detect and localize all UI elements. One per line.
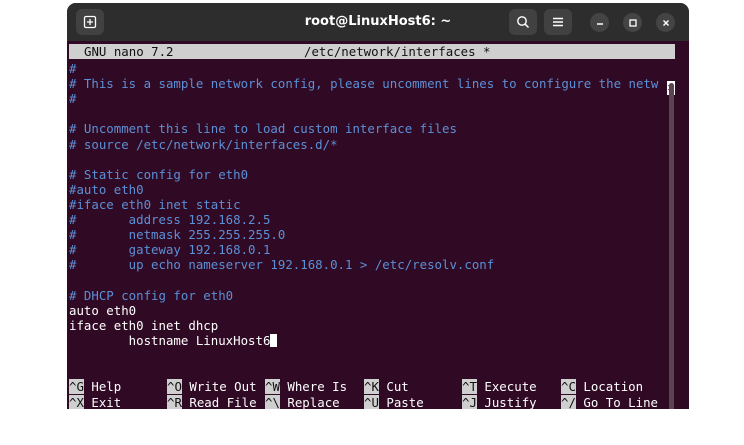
editor-line[interactable]: # address 192.168.2.5 — [69, 212, 270, 227]
shortcut-label: Where Is — [287, 379, 348, 394]
nano-shortcut-bar: ^G Help ^O Write Out ^W Where Is ^K Cut ^T E… — [69, 379, 675, 409]
shortcut-label: Justify — [484, 394, 537, 410]
editor-line-text: auto eth0 — [69, 302, 137, 318]
shortcut-label: Read File — [189, 394, 257, 410]
editor-line-text: # Static config for eth0 — [69, 166, 249, 182]
editor-line-text: # This is a sample network config, pleas… — [69, 76, 659, 92]
shortcut-key: ^U — [364, 394, 379, 409]
shortcut-key: ^J — [462, 394, 477, 409]
editor-line[interactable]: #auto eth0 — [69, 182, 144, 197]
editor-line[interactable]: # This is a sample network config, pleas… — [69, 76, 658, 91]
shortcut-label: Write Out — [189, 379, 257, 394]
editor-line[interactable]: # Uncomment this line to load custom int… — [69, 121, 457, 136]
search-icon — [517, 16, 530, 29]
shortcut-execute[interactable]: ^T Execute — [462, 379, 537, 394]
shortcut-cut[interactable]: ^K Cut — [364, 379, 409, 394]
shortcut-label: Execute — [484, 379, 537, 394]
editor-line-text: # up echo nameserver 192.168.0.1 > /etc/… — [69, 257, 495, 273]
shortcut-label: Exit — [91, 394, 122, 410]
shortcut-key: ^\ — [265, 394, 280, 409]
shortcut-label: Paste — [386, 394, 424, 410]
minimize-icon — [596, 22, 603, 25]
shortcut-justify[interactable]: ^J Justify — [462, 394, 537, 410]
editor-line-text: # Uncomment this line to load custom int… — [69, 121, 457, 137]
nano-version: GNU nano 7.2 — [84, 44, 174, 59]
shortcut-key: ^K — [364, 379, 379, 394]
shortcut-key: ^T — [462, 379, 477, 394]
shortcut-key: ^W — [265, 379, 280, 394]
editor-line[interactable]: # — [69, 91, 76, 106]
editor-line[interactable]: hostname LinuxHost6 — [69, 332, 278, 348]
nano-filename: /etc/network/interfaces * — [304, 44, 491, 59]
close-button[interactable] — [656, 13, 675, 32]
search-button[interactable] — [509, 9, 537, 35]
shortcut-write-out[interactable]: ^O Write Out — [167, 379, 257, 394]
editor-line[interactable]: # source /etc/network/interfaces.d/* — [69, 137, 338, 152]
editor-line-text: hostname LinuxHost6 — [69, 332, 271, 348]
nano-header-bar: GNU nano 7.2 /etc/network/interfaces * — [69, 44, 675, 59]
maximize-button[interactable] — [623, 13, 642, 32]
editor-line-text: iface eth0 inet dhcp — [69, 317, 219, 333]
shortcut-key: ^C — [561, 379, 576, 394]
editor-line[interactable]: iface eth0 inet dhcp — [69, 318, 218, 333]
shortcut-replace[interactable]: ^\ Replace — [265, 394, 340, 410]
editor-line-text: #iface eth0 inet static — [69, 196, 241, 212]
shortcut-read-file[interactable]: ^R Read File — [167, 394, 257, 410]
shortcut-label: Go To Line — [583, 394, 658, 410]
shortcut-key: ^/ — [561, 394, 576, 409]
shortcut-key: ^X — [69, 394, 84, 409]
menu-button[interactable] — [544, 9, 572, 35]
shortcut-key: ^O — [167, 379, 182, 394]
editor-line-text: #auto eth0 — [69, 181, 144, 197]
editor-line[interactable]: # DHCP config for eth0 — [69, 288, 233, 303]
close-icon — [662, 19, 669, 26]
editor-line[interactable]: #iface eth0 inet static — [69, 197, 241, 212]
editor-line-text: # — [69, 91, 77, 107]
shortcut-label: Location — [583, 379, 644, 394]
editor-line-text: # netmask 255.255.255.0 — [69, 227, 286, 243]
editor-line[interactable]: # — [69, 61, 76, 76]
terminal-content[interactable]: GNU nano 7.2 /etc/network/interfaces * #… — [67, 41, 677, 409]
editor-line-text: # address 192.168.2.5 — [69, 212, 271, 227]
editor-line-text: # source /etc/network/interfaces.d/* — [69, 136, 338, 152]
editor-line[interactable]: auto eth0 — [69, 303, 136, 318]
shortcut-key: ^R — [167, 394, 182, 409]
editor-line[interactable]: # up echo nameserver 192.168.0.1 > /etc/… — [69, 257, 494, 272]
title-bar: root@LinuxHost6: ~ — [67, 3, 689, 41]
shortcut-help[interactable]: ^G Help — [69, 379, 121, 394]
shortcut-label: Cut — [386, 379, 409, 394]
editor-line[interactable]: # Static config for eth0 — [69, 167, 248, 182]
shortcut-label: Help — [91, 379, 122, 394]
shortcut-exit[interactable]: ^X Exit — [69, 394, 122, 410]
editor-line-text: # DHCP config for eth0 — [69, 287, 234, 303]
terminal-scrollbar[interactable] — [669, 83, 674, 409]
shortcut-where-is[interactable]: ^W Where Is — [265, 379, 347, 394]
minimize-button[interactable] — [590, 13, 609, 32]
hamburger-menu-icon — [553, 17, 563, 27]
shortcut-location[interactable]: ^C Location — [561, 379, 643, 394]
maximize-icon — [628, 18, 637, 27]
terminal-window: root@LinuxHost6: ~ GNU nano 7.2 /etc/net… — [67, 3, 689, 409]
editor-line-text: # gateway 192.168.0.1 — [69, 242, 271, 258]
shortcut-label: Replace — [287, 394, 340, 410]
text-cursor — [270, 333, 278, 347]
shortcut-key: ^G — [69, 379, 84, 394]
editor-line[interactable]: # gateway 192.168.0.1 — [69, 242, 270, 257]
editor-line-text: # — [69, 61, 77, 76]
editor-line[interactable]: # netmask 255.255.255.0 — [69, 227, 285, 242]
shortcut-go-to-line[interactable]: ^/ Go To Line — [561, 394, 658, 410]
shortcut-paste[interactable]: ^U Paste — [364, 394, 424, 410]
